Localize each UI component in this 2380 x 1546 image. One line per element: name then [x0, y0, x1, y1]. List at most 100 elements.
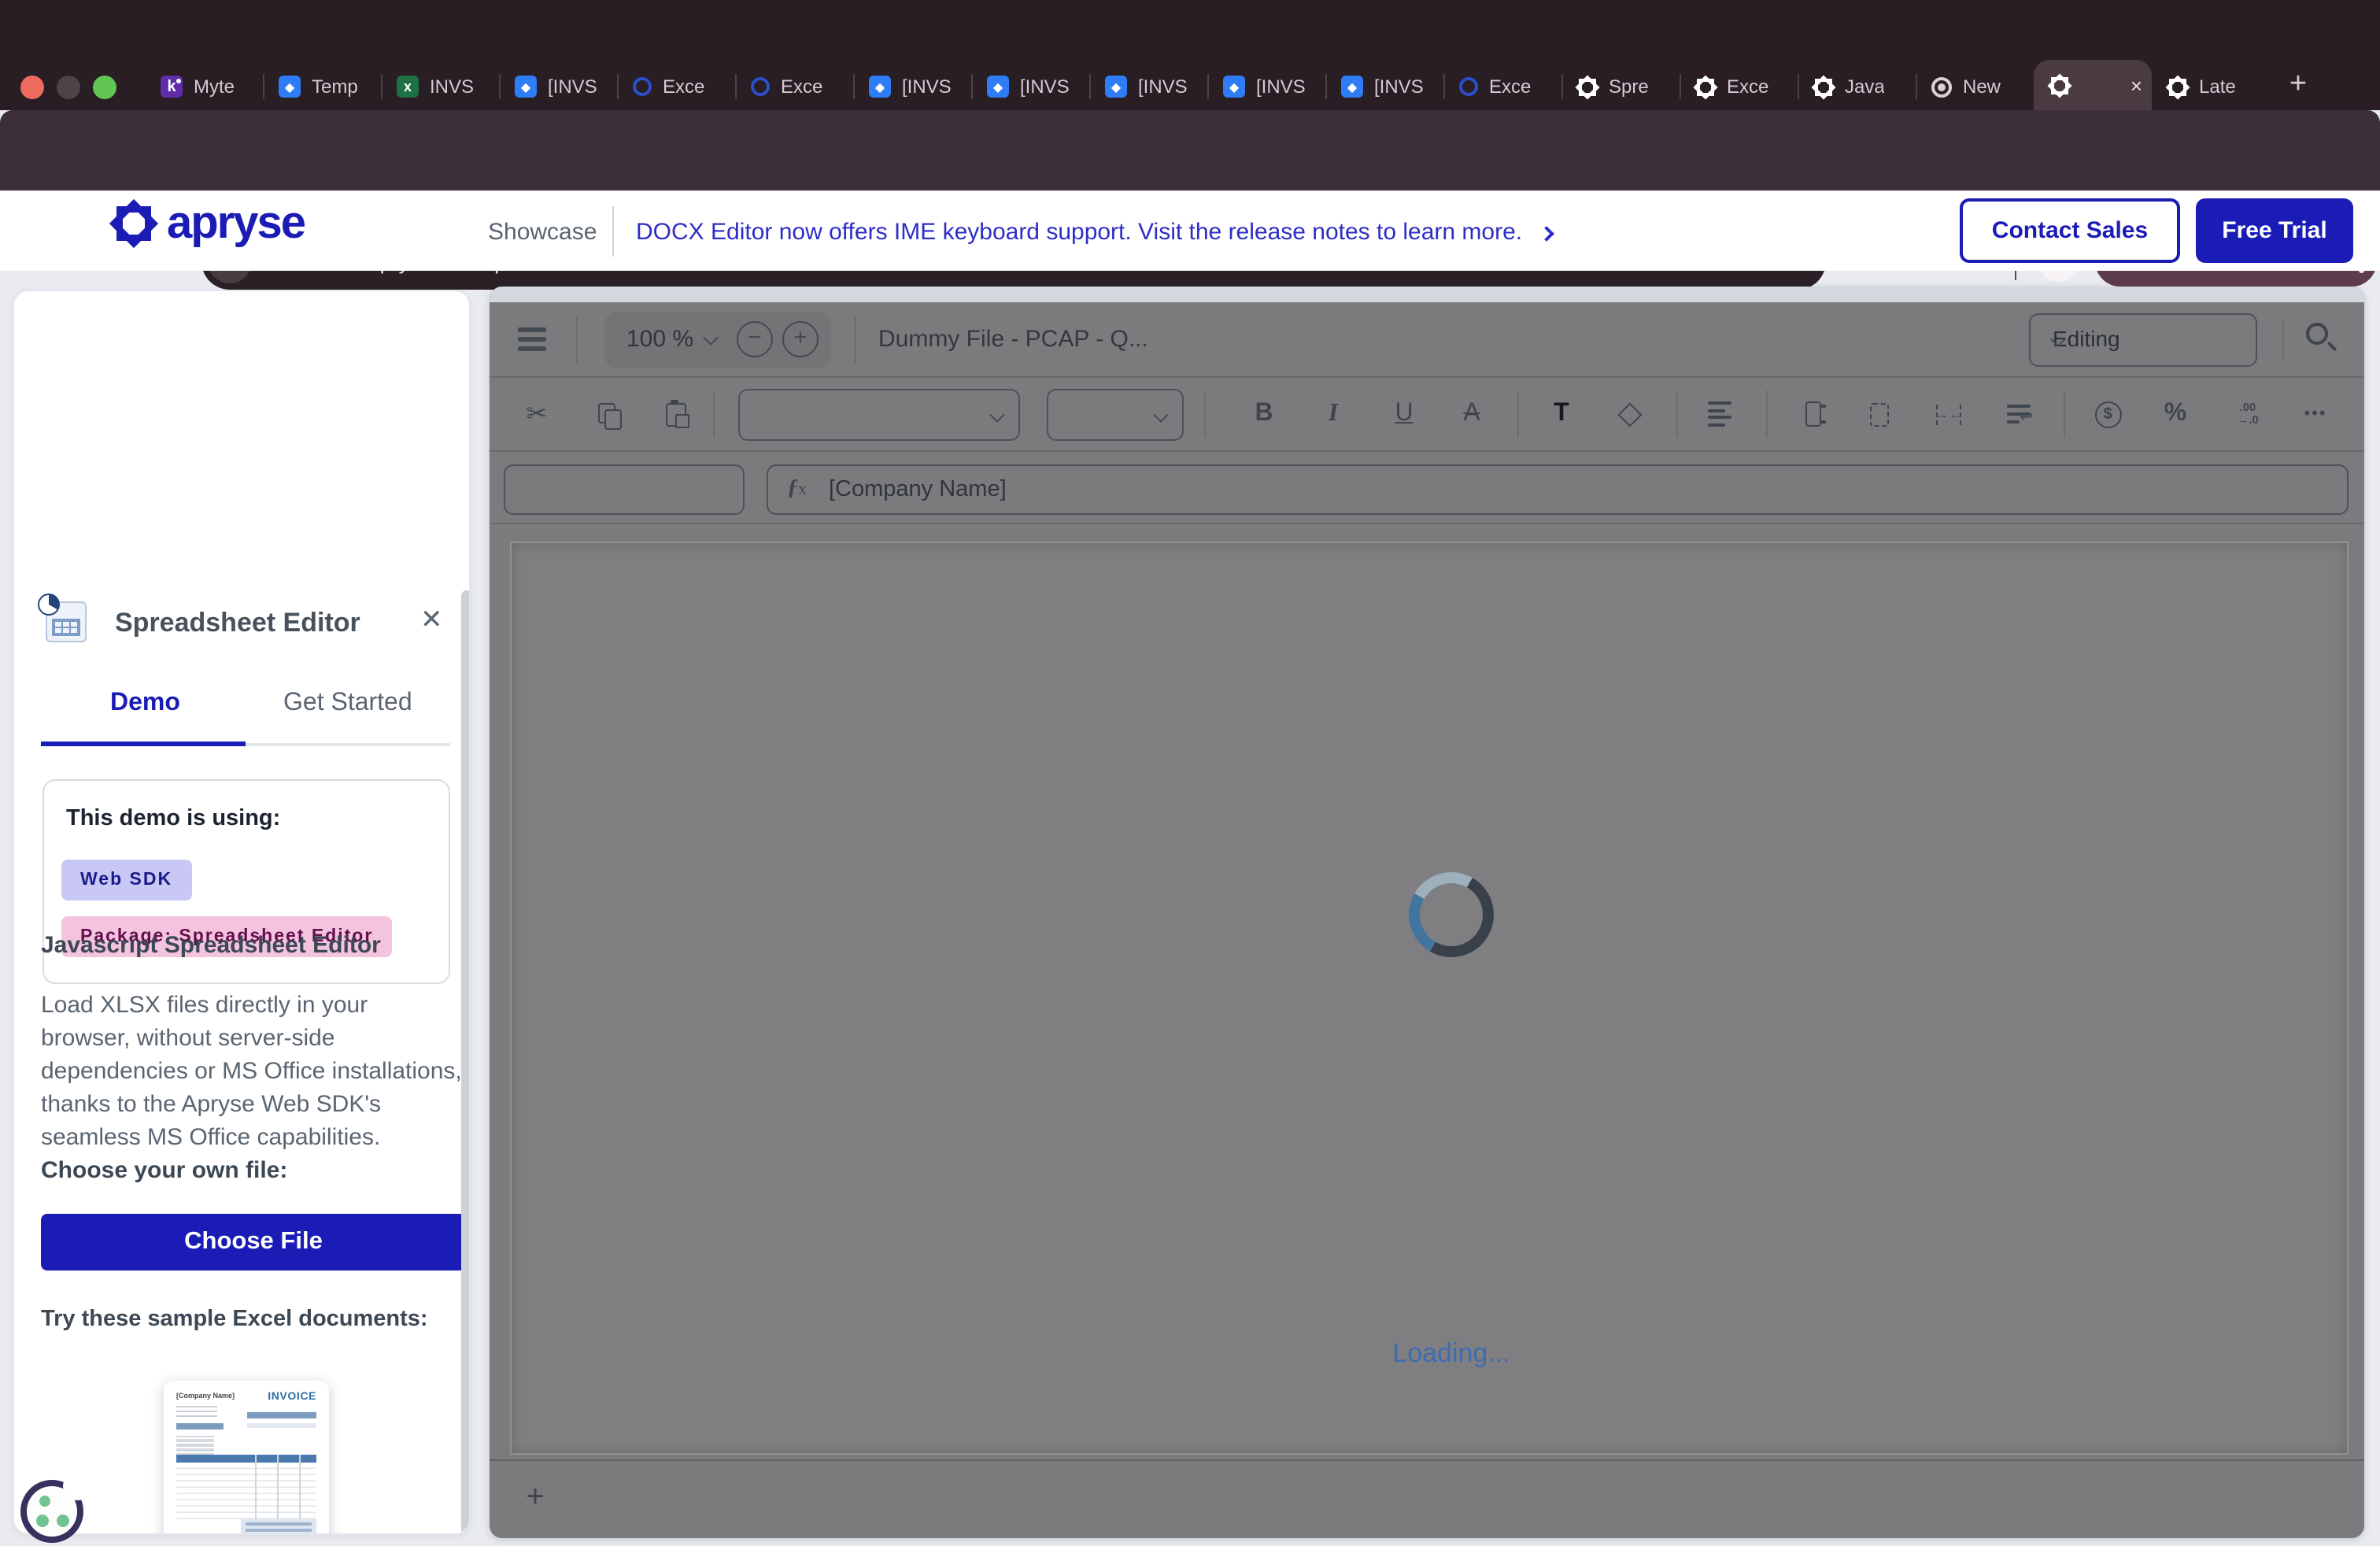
sidebar-scrollbar[interactable]: [461, 590, 469, 1533]
contact-sales-button[interactable]: Contact Sales: [1960, 198, 2180, 263]
window-minimize-button[interactable]: [57, 76, 80, 99]
sheet-tab-bar: +: [490, 1459, 2364, 1538]
decimal-format-icon[interactable]: .00 →.0: [2230, 397, 2265, 431]
browser-tab[interactable]: k Myte: [145, 63, 263, 110]
browser-tab[interactable]: Late: [2152, 63, 2270, 110]
more-options-icon[interactable]: •••: [2298, 397, 2333, 431]
copy-icon[interactable]: [590, 397, 625, 431]
tab-title: [INVS: [1020, 76, 1070, 98]
apryse-logo[interactable]: apryse: [113, 201, 306, 246]
tab-title: Exce: [1727, 76, 1769, 98]
jira-favicon: ◆: [1341, 76, 1363, 98]
browser-tab[interactable]: x INVS: [381, 63, 499, 110]
browser-tab[interactable]: ◆ [INVS: [971, 63, 1089, 110]
italic-icon[interactable]: I: [1316, 397, 1351, 431]
strikethrough-icon[interactable]: A: [1454, 397, 1489, 431]
spreadsheet-editor-panel: 100 % − + Dummy File - PCAP - Q... Editi…: [490, 287, 2364, 1538]
ring-favicon: [1459, 77, 1478, 96]
browser-tab[interactable]: Exce: [1680, 63, 1798, 110]
merge-cells-icon[interactable]: →←: [1931, 397, 1966, 431]
tab-title: [INVS: [1256, 76, 1306, 98]
fill-color-icon[interactable]: [1612, 397, 1646, 431]
jira-favicon: ◆: [1105, 76, 1127, 98]
ring-favicon: [751, 77, 770, 96]
apryse-favicon: [2049, 75, 2070, 95]
cut-icon[interactable]: ✂: [519, 397, 554, 431]
browser-tab[interactable]: Exce: [1443, 63, 1561, 110]
tab-get-started[interactable]: Get Started: [283, 690, 412, 718]
browser-tab[interactable]: ◆ [INVS: [1325, 63, 1443, 110]
browser-tab[interactable]: Exce: [617, 63, 735, 110]
browser-tab[interactable]: ◆ [INVS: [499, 63, 617, 110]
tab-demo[interactable]: Demo: [110, 690, 180, 718]
browser-tab-strip: k Myte ◆ Temp x INVS ◆ [INVS Exce Exce ◆ [INVS ◆ [INV…: [0, 0, 2380, 110]
choose-file-label: Choose your own file:: [41, 1157, 288, 1184]
browser-tab[interactable]: ◆ [INVS: [853, 63, 971, 110]
formula-bar-row: ƒx [Company Name]: [490, 452, 2364, 524]
document-title: Dummy File - PCAP - Q...: [878, 326, 1148, 353]
zoom-in-icon[interactable]: +: [782, 321, 819, 357]
zoom-out-icon[interactable]: −: [737, 321, 773, 357]
sidebar-close-icon[interactable]: ✕: [420, 605, 443, 636]
site-header: apryse Showcase DOCX Editor now offers I…: [0, 190, 2380, 271]
bold-icon[interactable]: B: [1247, 397, 1281, 431]
text-wrap-icon[interactable]: [2001, 397, 2035, 431]
showcase-label: Showcase: [488, 219, 597, 246]
percent-format-icon[interactable]: %: [2158, 397, 2193, 431]
paste-icon[interactable]: [658, 397, 693, 431]
text-color-icon[interactable]: T: [1544, 397, 1579, 431]
window-maximize-button[interactable]: [93, 76, 116, 99]
formatting-toolbar: ✂ B I U A T →← $ % .00→.0: [490, 378, 2364, 452]
demo-sidebar: Spreadsheet Editor ✕ Demo Get Started Th…: [13, 290, 471, 1535]
zoom-chevron-icon[interactable]: [703, 330, 719, 346]
font-family-select[interactable]: [738, 389, 1020, 441]
tab-close-icon[interactable]: ×: [2121, 73, 2142, 97]
borders-icon[interactable]: [1862, 397, 1897, 431]
web-sdk-badge: Web SDK: [61, 860, 192, 901]
add-sheet-button[interactable]: +: [516, 1480, 554, 1518]
new-tab-button[interactable]: +: [2279, 66, 2317, 107]
browser-tab[interactable]: Spre: [1561, 63, 1680, 110]
font-size-select[interactable]: [1047, 389, 1184, 441]
sidebar-title: Spreadsheet Editor: [115, 608, 360, 638]
invoice-template-thumbnail[interactable]: [Company Name] INVOICE: [164, 1381, 329, 1533]
browser-tab[interactable]: ◆ [INVS: [1207, 63, 1325, 110]
invoice-company: [Company Name]: [176, 1392, 235, 1400]
header-divider: [612, 206, 614, 257]
excel-favicon: x: [397, 76, 419, 98]
formula-input[interactable]: ƒx [Company Name]: [767, 464, 2349, 515]
browser-tab[interactable]: ◆ Temp: [263, 63, 381, 110]
menu-hamburger-icon[interactable]: [518, 327, 546, 351]
release-notes-link[interactable]: DOCX Editor now offers IME keyboard supp…: [636, 219, 1555, 246]
tab-title: Myte: [194, 76, 235, 98]
loading-text: Loading...: [1392, 1338, 1510, 1368]
currency-format-icon[interactable]: $: [2090, 397, 2125, 431]
screen: k Myte ◆ Temp x INVS ◆ [INVS Exce Exce ◆ [INVS ◆ [INV…: [0, 0, 2380, 1546]
jira-favicon: ◆: [515, 76, 537, 98]
browser-tab[interactable]: Exce: [735, 63, 853, 110]
tab-title: [INVS: [1138, 76, 1188, 98]
free-trial-button[interactable]: Free Trial: [2196, 198, 2353, 263]
vertical-align-icon[interactable]: [1796, 397, 1831, 431]
zoom-level[interactable]: 100 %: [626, 326, 693, 353]
spreadsheet-canvas: Loading...: [510, 542, 2349, 1455]
browser-tab[interactable]: Java: [1798, 63, 1916, 110]
browser-tab[interactable]: New: [1916, 63, 2034, 110]
editor-top-strip: [490, 287, 2364, 302]
choose-file-button[interactable]: Choose File: [41, 1214, 466, 1270]
banner-chevron-icon: [1539, 225, 1555, 241]
browser-tab[interactable]: ◆ [INVS: [1089, 63, 1207, 110]
section-title: Javascript Spreadsheet Editor: [41, 932, 381, 959]
underline-icon[interactable]: U: [1387, 397, 1421, 431]
tab-underline: [41, 742, 450, 746]
cell-name-box[interactable]: [504, 464, 745, 515]
search-icon[interactable]: [2306, 323, 2328, 345]
mode-select[interactable]: Editing: [2029, 313, 2257, 367]
apryse-favicon: [2168, 76, 2188, 97]
window-close-button[interactable]: [20, 76, 44, 99]
zoom-controls: 100 % − +: [604, 312, 831, 368]
horizontal-align-icon[interactable]: [1702, 397, 1736, 431]
ring-favicon: [633, 77, 652, 96]
cookie-settings-icon[interactable]: [20, 1472, 91, 1543]
browser-tab-active[interactable]: ×: [2034, 60, 2152, 110]
